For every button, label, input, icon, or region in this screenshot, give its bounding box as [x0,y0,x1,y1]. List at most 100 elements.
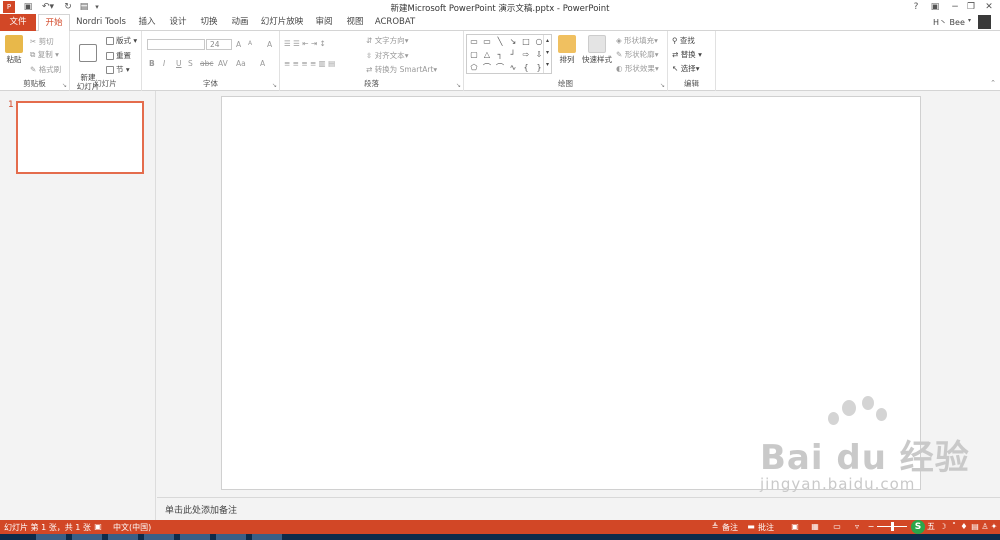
tab-acrobat[interactable]: ACROBAT [372,14,418,31]
tab-transitions[interactable]: 切换 [195,14,223,31]
ime-tools-icon[interactable]: ✦ [989,522,999,532]
shape-effects-button[interactable]: ◐ 形状效果 ▾ [616,63,659,74]
text-direction-button[interactable]: ⇵ 文字方向 ▾ [366,35,408,46]
ime-keyboard-icon[interactable]: ▤ [970,522,980,532]
shape-triangle-icon[interactable]: △ [481,49,493,61]
format-painter-button[interactable]: ✎ 格式刷 [30,64,61,75]
arrange-button[interactable]: 排列 [556,35,578,64]
comments-icon[interactable]: ▬ [746,522,756,532]
ime-s-icon[interactable]: S [911,520,925,534]
slideshow-icon[interactable]: ▿ [852,522,862,532]
spellcheck-icon[interactable]: ▣ [93,522,103,532]
gallery-more-icon[interactable]: ▴ ▾ ▾ [543,35,551,73]
shape-rect-icon[interactable]: □ [520,36,532,48]
shape-arrow-icon[interactable]: ↘ [507,36,519,48]
dialog-launcher-icon[interactable]: ↘ [660,82,665,89]
ribbon-display-icon[interactable]: ▣ [926,0,944,14]
strikethrough-button[interactable]: abc [200,59,213,68]
font-name-input[interactable] [147,39,205,50]
shapes-gallery[interactable]: ▭ ▭ ╲ ↘ □ ○ ▢ △ ┐ ┘ ⇨ ⇩ ⬠ ⌒ ⌒ ∿ { } ▴ ▾ ▾ [466,34,552,74]
font-color-button[interactable]: A [260,59,265,68]
change-case-button[interactable]: Aa [236,59,246,68]
shape-pentagon-icon[interactable]: ⬠ [468,62,480,74]
normal-view-icon[interactable]: ▣ [790,522,800,532]
dialog-launcher-icon[interactable]: ↘ [456,82,461,89]
replace-button[interactable]: ⇄ 替换 ▾ [672,49,702,60]
tab-animations[interactable]: 动画 [226,14,254,31]
reset-button[interactable]: 重置 [106,50,131,61]
select-button[interactable]: ↖ 选择 ▾ [672,63,699,74]
reading-view-icon[interactable]: ▭ [832,522,842,532]
vertical-scrollbar[interactable] [990,91,1000,497]
slide-thumbnail[interactable] [16,101,144,174]
paste-button[interactable]: 粘贴 [3,35,25,64]
tab-view[interactable]: 视图 [341,14,369,31]
notes-toggle[interactable]: 备注 [722,522,738,533]
tab-home[interactable]: 开始 [38,14,70,32]
quick-styles-button[interactable]: 快速样式 [580,35,614,64]
comments-toggle[interactable]: 批注 [758,522,774,533]
slide-sorter-icon[interactable]: ▦ [810,522,820,532]
grow-font-button[interactable]: A [236,40,241,49]
zoom-slider-thumb[interactable] [891,522,894,531]
bold-button[interactable]: B [149,59,155,68]
collapse-ribbon-icon[interactable]: ⌃ [990,79,996,87]
close-button[interactable]: ✕ [980,0,998,14]
shape-fill-button[interactable]: ◈ 形状填充 ▾ [616,35,658,46]
restore-button[interactable]: ❐ [962,0,980,14]
ime-punct-icon[interactable]: ˚ [949,522,959,532]
taskbar-app[interactable] [180,534,210,540]
shape-curve-icon[interactable]: ⌒ [494,62,506,74]
tab-file[interactable]: 文件 [0,14,36,31]
smartart-button[interactable]: ⇄ 转换为 SmartArt ▾ [366,64,437,75]
ime-moon-icon[interactable]: ☽ [938,522,948,532]
align-icon[interactable]: ≡ ≡ ≡ ≡ ▥ ▤ [284,59,335,68]
tab-slideshow[interactable]: 幻灯片放映 [258,14,306,31]
tab-nordri-tools[interactable]: Nordri Tools [72,14,130,31]
shape-freeform-icon[interactable]: ⌒ [481,62,493,74]
avatar[interactable] [978,15,991,29]
account-name[interactable]: H丶 Bee [933,17,965,28]
tab-design[interactable]: 设计 [164,14,192,31]
underline-button[interactable]: U [176,59,182,68]
shape-connector-icon[interactable]: ┐ [494,49,506,61]
taskbar-app[interactable] [108,534,138,540]
shape-textbox-icon[interactable]: ▭ [468,36,480,48]
ime-mic-icon[interactable]: ♦ [959,522,969,532]
shape-brace-icon[interactable]: { [520,62,532,74]
font-size-input[interactable]: 24 [206,39,232,50]
account-dropdown-icon[interactable]: ▾ [968,17,971,24]
section-button[interactable]: 节 ▾ [106,64,130,75]
notes-icon[interactable]: ≜ [710,522,720,532]
tab-insert[interactable]: 插入 [134,14,160,31]
char-spacing-button[interactable]: AV [218,59,228,68]
clear-format-button[interactable]: A [267,40,272,49]
dialog-launcher-icon[interactable]: ↘ [272,82,277,89]
taskbar-app[interactable] [252,534,282,540]
zoom-out-icon[interactable]: − [866,522,876,532]
help-icon[interactable]: ? [907,0,925,14]
shape-outline-button[interactable]: ✎ 形状轮廓 ▾ [616,49,658,60]
shape-connector-icon[interactable]: ┘ [507,49,519,61]
align-text-button[interactable]: ⇳ 对齐文本 ▾ [366,50,408,61]
ime-mode-icon[interactable]: 五 [926,522,936,532]
shape-curve-icon[interactable]: ∿ [507,62,519,74]
notes-pane[interactable]: 单击此处添加备注 [157,497,1000,520]
shrink-font-button[interactable]: A [248,40,252,47]
italic-button[interactable]: I [163,59,165,68]
taskbar-app[interactable] [72,534,102,540]
find-button[interactable]: ⚲ 查找 [672,35,695,46]
shape-textbox-icon[interactable]: ▭ [481,36,493,48]
taskbar-app[interactable] [216,534,246,540]
language-indicator[interactable]: 中文(中国) [113,522,151,533]
shadow-button[interactable]: S [188,59,193,68]
shape-rounded-icon[interactable]: ▢ [468,49,480,61]
tab-review[interactable]: 审阅 [310,14,338,31]
dialog-launcher-icon[interactable]: ↘ [62,82,67,89]
taskbar-app[interactable] [36,534,66,540]
shape-line-icon[interactable]: ╲ [494,36,506,48]
copy-button[interactable]: ⧉ 复制 ▾ [30,49,59,60]
taskbar-app[interactable] [144,534,174,540]
notes-placeholder[interactable]: 单击此处添加备注 [165,503,237,516]
bullets-icon[interactable]: ☰ ☰ ⇤ ⇥ ↕ [284,39,326,48]
